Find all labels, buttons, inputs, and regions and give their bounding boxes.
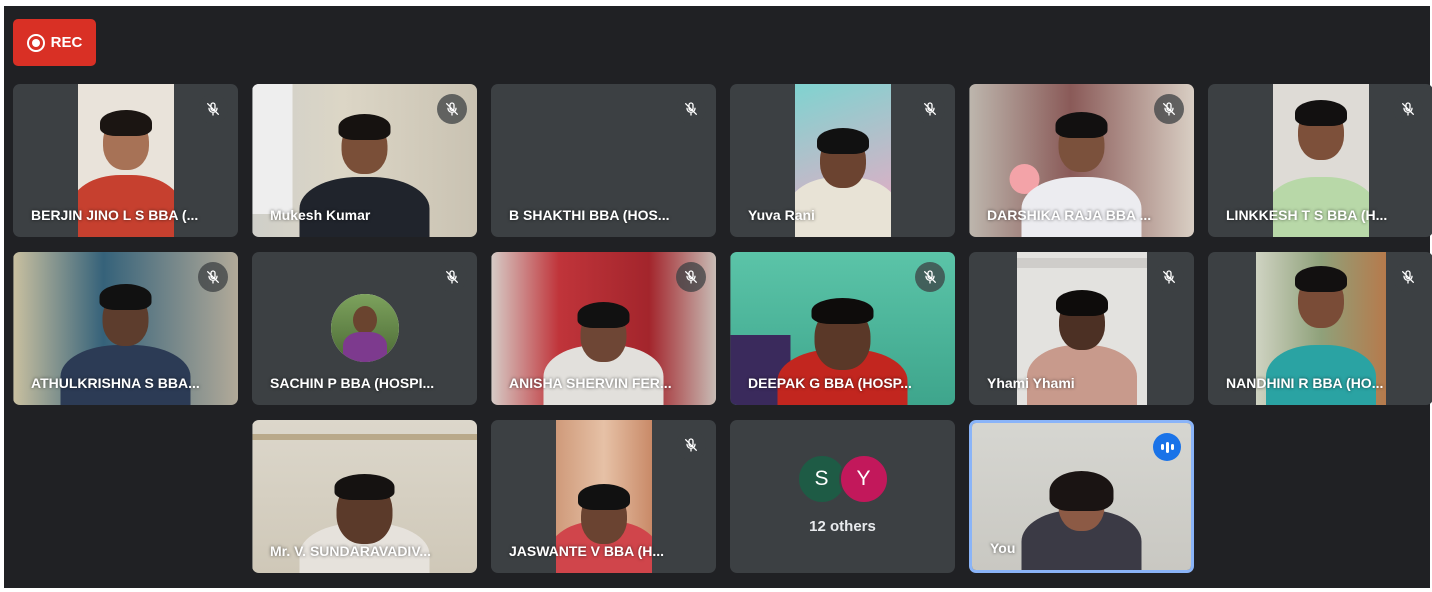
self-name: You — [990, 540, 1016, 556]
participant-tile[interactable]: Yuva Rani — [730, 84, 955, 237]
others-tile[interactable]: S Y 12 others — [730, 420, 955, 573]
participant-tile[interactable]: BERJIN JINO L S BBA (... — [13, 84, 238, 237]
participant-name: SACHIN P BBA (HOSPI... — [270, 375, 435, 391]
participant-name: Mukesh Kumar — [270, 207, 371, 223]
participant-name: ATHULKRISHNA S BBA... — [31, 375, 200, 391]
participant-name: DARSHIKA RAJA BBA ... — [987, 207, 1152, 223]
mic-off-icon — [676, 94, 706, 124]
others-count-label: 12 others — [809, 518, 876, 535]
recording-indicator[interactable]: REC — [13, 19, 96, 66]
participant-tile[interactable]: ANISHA SHERVIN FER... — [491, 252, 716, 405]
participant-tile[interactable]: SACHIN P BBA (HOSPI... — [252, 252, 477, 405]
self-tile[interactable]: You — [969, 420, 1194, 573]
participant-name: BERJIN JINO L S BBA (... — [31, 207, 199, 223]
mic-off-icon — [1154, 94, 1184, 124]
participant-name: LINKKESH T S BBA (H... — [1226, 207, 1388, 223]
participant-name: Yuva Rani — [748, 207, 815, 223]
mic-off-icon — [437, 262, 467, 292]
record-icon — [26, 33, 45, 52]
audio-level-icon — [1153, 433, 1181, 461]
mic-off-icon — [1154, 262, 1184, 292]
participant-tile[interactable]: DARSHIKA RAJA BBA ... — [969, 84, 1194, 237]
mic-off-icon — [437, 94, 467, 124]
participant-tile[interactable]: Yhami Yhami — [969, 252, 1194, 405]
mic-off-icon — [676, 430, 706, 460]
participant-tile[interactable]: NANDHINI R BBA (HO... — [1208, 252, 1432, 405]
participant-name: NANDHINI R BBA (HO... — [1226, 375, 1384, 391]
participant-name: Yhami Yhami — [987, 375, 1075, 391]
recording-label: REC — [50, 34, 83, 51]
mic-off-icon — [915, 262, 945, 292]
participant-tile[interactable]: ATHULKRISHNA S BBA... — [13, 252, 238, 405]
mic-off-icon — [676, 262, 706, 292]
avatar — [330, 294, 399, 362]
participant-name: ANISHA SHERVIN FER... — [509, 375, 672, 391]
participant-tile[interactable]: DEEPAK G BBA (HOSP... — [730, 252, 955, 405]
mic-off-icon — [1393, 262, 1423, 292]
participant-name: JASWANTE V BBA (H... — [509, 543, 665, 559]
participant-tile[interactable]: JASWANTE V BBA (H... — [491, 420, 716, 573]
meeting-stage: REC BERJIN JINO L S BBA (... Mukesh Kuma… — [4, 6, 1432, 588]
mic-off-icon — [198, 94, 228, 124]
others-avatars: S Y — [730, 454, 955, 504]
mic-off-icon — [1393, 94, 1423, 124]
avatar: Y — [838, 454, 889, 504]
participant-name: B SHAKTHI BBA (HOS... — [509, 207, 670, 223]
participant-name: Mr. V. SUNDARAVADIV... — [270, 543, 432, 559]
participant-tile[interactable]: Mukesh Kumar — [252, 84, 477, 237]
participant-tile[interactable]: LINKKESH T S BBA (H... — [1208, 84, 1432, 237]
mic-off-icon — [915, 94, 945, 124]
mic-off-icon — [198, 262, 228, 292]
participant-tile[interactable]: B SHAKTHI BBA (HOS... — [491, 84, 716, 237]
participant-name: DEEPAK G BBA (HOSP... — [748, 375, 912, 391]
participant-tile[interactable]: Mr. V. SUNDARAVADIV... — [252, 420, 477, 573]
